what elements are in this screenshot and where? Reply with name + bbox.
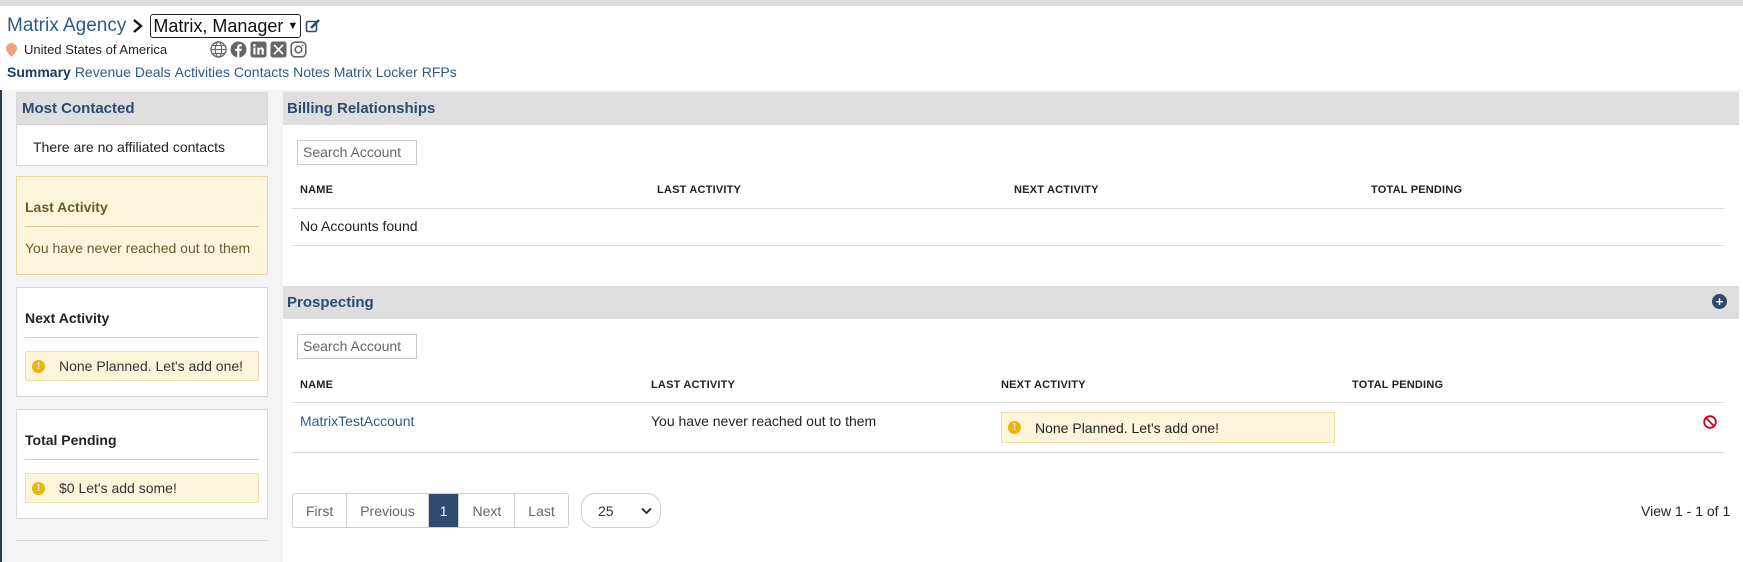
billing-col-next-activity: NEXT ACTIVITY bbox=[1014, 184, 1099, 196]
tab-activities[interactable]: Activities bbox=[175, 64, 230, 80]
page-next-button[interactable]: Next bbox=[459, 494, 516, 527]
next-activity-notice-text: None Planned. Let's add one! bbox=[59, 358, 244, 374]
billing-col-name: NAME bbox=[300, 184, 334, 196]
prospecting-col-name: NAME bbox=[300, 379, 334, 391]
prospecting-row-divider bbox=[292, 452, 1724, 453]
prospecting-col-last-activity: LAST ACTIVITY bbox=[651, 379, 736, 391]
tab-matrix-locker[interactable]: Matrix Locker bbox=[334, 64, 418, 80]
instagram-icon[interactable] bbox=[290, 41, 307, 58]
view-count: View 1 - 1 of 1 bbox=[1641, 503, 1731, 519]
billing-empty-message: No Accounts found bbox=[300, 218, 418, 234]
billing-col-total-pending: TOTAL PENDING bbox=[1371, 184, 1463, 196]
prospecting-search-input[interactable]: Search Account bbox=[297, 334, 417, 359]
tab-revenue[interactable]: Revenue bbox=[75, 64, 131, 80]
tab-notes[interactable]: Notes bbox=[293, 64, 330, 80]
globe-icon[interactable] bbox=[210, 41, 227, 58]
total-pending-notice[interactable]: ! $0 Let's add some! bbox=[25, 473, 259, 503]
billing-search-input[interactable]: Search Account bbox=[297, 140, 417, 165]
social-links bbox=[210, 41, 307, 58]
add-prospect-icon[interactable]: + bbox=[1712, 294, 1727, 309]
remove-ban-icon[interactable] bbox=[1703, 415, 1717, 429]
warning-icon: ! bbox=[1008, 421, 1021, 434]
prospecting-title: Prospecting bbox=[287, 294, 374, 311]
main-content: Billing Relationships Search Account NAM… bbox=[283, 92, 1743, 562]
page-size-value: 25 bbox=[598, 502, 614, 519]
billing-row-divider bbox=[292, 245, 1724, 246]
last-activity-card: Last Activity You have never reached out… bbox=[16, 176, 268, 275]
prospecting-col-total-pending: TOTAL PENDING bbox=[1352, 379, 1444, 391]
last-activity-title: Last Activity bbox=[25, 177, 259, 227]
last-activity-message: You have never reached out to them bbox=[25, 240, 251, 256]
location-row: United States of America bbox=[6, 42, 167, 57]
header: Matrix Agency Matrix, Manager ▼ United S… bbox=[0, 6, 1743, 90]
prospecting-header-divider bbox=[292, 402, 1724, 403]
billing-title: Billing Relationships bbox=[287, 100, 436, 117]
left-divider bbox=[16, 540, 268, 541]
prospecting-col-next-activity: NEXT ACTIVITY bbox=[1001, 379, 1086, 391]
tab-rfps[interactable]: RFPs bbox=[422, 64, 457, 80]
page-previous-button[interactable]: Previous bbox=[347, 494, 429, 527]
nav-tabs: Summary Revenue Deals Activities Contact… bbox=[7, 64, 457, 80]
title-row: Matrix Agency Matrix, Manager ▼ bbox=[7, 14, 321, 38]
next-activity-notice[interactable]: ! None Planned. Let's add one! bbox=[25, 351, 259, 381]
pagination: First Previous 1 Next Last bbox=[292, 493, 569, 528]
chevron-down-icon bbox=[641, 507, 652, 514]
total-pending-notice-text: $0 Let's add some! bbox=[59, 480, 177, 496]
billing-header: Billing Relationships bbox=[283, 92, 1739, 125]
account-name-link[interactable]: MatrixTestAccount bbox=[300, 413, 414, 429]
account-next-activity-notice[interactable]: ! None Planned. Let's add one! bbox=[1001, 412, 1335, 443]
next-activity-card: Next Activity ! None Planned. Let's add … bbox=[16, 287, 268, 397]
edit-icon[interactable] bbox=[305, 18, 321, 34]
account-next-activity-text: None Planned. Let's add one! bbox=[1035, 419, 1220, 436]
manager-select[interactable]: Matrix, Manager ▼ bbox=[150, 14, 302, 38]
page-first-button[interactable]: First bbox=[293, 494, 348, 527]
billing-header-divider bbox=[292, 208, 1724, 209]
most-contacted-title: Most Contacted bbox=[17, 93, 267, 125]
most-contacted-panel: Most Contacted There are no affiliated c… bbox=[16, 92, 268, 166]
most-contacted-empty: There are no affiliated contacts bbox=[33, 139, 225, 155]
facebook-icon[interactable] bbox=[230, 41, 247, 58]
page-current-button[interactable]: 1 bbox=[428, 494, 460, 527]
page-size-select[interactable]: 25 bbox=[581, 493, 661, 528]
warning-icon: ! bbox=[32, 359, 45, 373]
total-pending-card: Total Pending ! $0 Let's add some! bbox=[16, 409, 268, 519]
linkedin-icon[interactable] bbox=[250, 41, 267, 58]
tab-contacts[interactable]: Contacts bbox=[234, 64, 289, 80]
prospecting-header: Prospecting + bbox=[283, 286, 1739, 319]
billing-col-last-activity: LAST ACTIVITY bbox=[657, 184, 742, 196]
chevron-right-icon bbox=[133, 19, 144, 33]
warning-icon: ! bbox=[32, 481, 45, 495]
chevron-down-icon: ▼ bbox=[287, 20, 299, 32]
x-icon[interactable] bbox=[270, 41, 287, 58]
manager-select-value: Matrix, Manager bbox=[153, 15, 284, 36]
tab-summary[interactable]: Summary bbox=[7, 64, 71, 80]
map-pin-icon bbox=[6, 42, 17, 57]
total-pending-title: Total Pending bbox=[25, 410, 259, 460]
page-last-button[interactable]: Last bbox=[515, 494, 567, 527]
agency-link[interactable]: Matrix Agency bbox=[7, 15, 126, 37]
tab-deals[interactable]: Deals bbox=[135, 64, 171, 80]
location-text: United States of America bbox=[24, 42, 168, 57]
account-last-activity: You have never reached out to them bbox=[651, 413, 877, 429]
next-activity-title: Next Activity bbox=[25, 288, 259, 338]
